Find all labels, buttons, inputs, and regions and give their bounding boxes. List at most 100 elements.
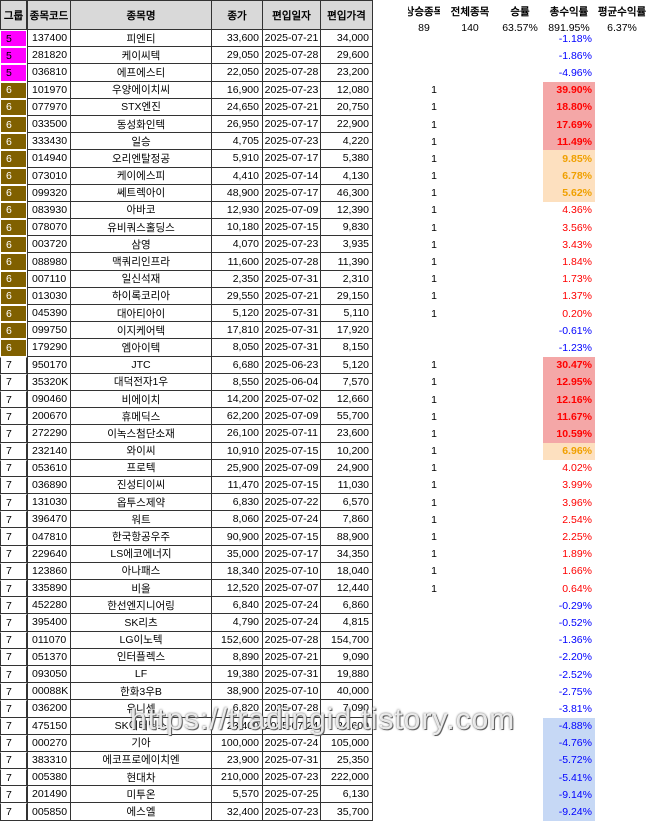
date-cell[interactable]: 2025-07-28: [263, 631, 321, 649]
return-cell[interactable]: -5.72%: [543, 751, 595, 770]
return-cell[interactable]: 3.99%: [543, 477, 595, 494]
header-name[interactable]: 종목명: [71, 0, 212, 30]
return-cell[interactable]: 39.90%: [543, 81, 595, 99]
price-cell[interactable]: 35,000: [212, 545, 263, 563]
code-cell[interactable]: 201490: [27, 786, 71, 804]
up-cell[interactable]: [408, 786, 440, 803]
code-cell[interactable]: 047810: [27, 528, 71, 546]
code-cell[interactable]: 073010: [27, 167, 71, 185]
header-iprice[interactable]: 편입가격: [321, 0, 373, 30]
iprice-cell[interactable]: 17,920: [321, 322, 373, 340]
group-cell[interactable]: 6: [0, 322, 27, 340]
name-cell[interactable]: SK이터닉스: [71, 717, 212, 735]
date-cell[interactable]: 2025-07-23: [263, 769, 321, 787]
iprice-cell[interactable]: 55,700: [321, 408, 373, 426]
group-cell[interactable]: 7: [0, 408, 27, 426]
group-cell[interactable]: 7: [0, 528, 27, 546]
code-cell[interactable]: 007110: [27, 270, 71, 288]
price-cell[interactable]: 4,410: [212, 167, 263, 185]
price-cell[interactable]: 10,910: [212, 442, 263, 460]
price-cell[interactable]: 4,705: [212, 133, 263, 151]
return-cell[interactable]: 4.02%: [543, 460, 595, 477]
date-cell[interactable]: 2025-07-15: [263, 219, 321, 237]
iprice-cell[interactable]: 40,000: [321, 683, 373, 701]
up-cell[interactable]: [408, 718, 440, 735]
code-cell[interactable]: 077970: [27, 98, 71, 116]
iprice-cell[interactable]: 7,860: [321, 511, 373, 529]
iprice-cell[interactable]: 222,000: [321, 769, 373, 787]
iprice-cell[interactable]: 29,600: [321, 47, 373, 65]
iprice-cell[interactable]: 88,900: [321, 528, 373, 546]
return-cell[interactable]: -0.52%: [543, 614, 595, 631]
iprice-cell[interactable]: 12,440: [321, 580, 373, 598]
price-cell[interactable]: 48,900: [212, 184, 263, 202]
group-cell[interactable]: 5: [0, 64, 27, 82]
code-cell[interactable]: 036890: [27, 476, 71, 495]
group-cell[interactable]: 7: [0, 511, 27, 529]
code-cell[interactable]: 036200: [27, 700, 71, 718]
code-cell[interactable]: 045390: [27, 305, 71, 323]
date-cell[interactable]: 2025-07-15: [263, 528, 321, 546]
return-cell[interactable]: 11.49%: [543, 133, 595, 151]
return-cell[interactable]: 3.96%: [543, 494, 595, 511]
name-cell[interactable]: 워트: [71, 511, 212, 529]
return-cell[interactable]: -9.24%: [543, 803, 595, 821]
group-cell[interactable]: 7: [0, 683, 27, 701]
name-cell[interactable]: 케이씨텍: [71, 47, 212, 65]
iprice-cell[interactable]: 22,900: [321, 115, 373, 134]
price-cell[interactable]: 25,900: [212, 459, 263, 477]
date-cell[interactable]: 2025-07-02: [263, 390, 321, 409]
date-cell[interactable]: 2025-07-31: [263, 305, 321, 323]
code-cell[interactable]: 011070: [27, 631, 71, 649]
iprice-cell[interactable]: 7,570: [321, 373, 373, 391]
up-cell[interactable]: [408, 47, 440, 64]
code-cell[interactable]: 014940: [27, 150, 71, 168]
iprice-cell[interactable]: 12,390: [321, 201, 373, 220]
name-cell[interactable]: 현대차: [71, 769, 212, 787]
name-cell[interactable]: 옵투스제약: [71, 494, 212, 512]
up-cell[interactable]: [408, 322, 440, 339]
group-cell[interactable]: 6: [0, 98, 27, 116]
iprice-cell[interactable]: 29,150: [321, 287, 373, 305]
name-cell[interactable]: LS에코에너지: [71, 545, 212, 563]
price-cell[interactable]: 8,890: [212, 648, 263, 666]
name-cell[interactable]: 에코프로에이치엔: [71, 751, 212, 770]
name-cell[interactable]: 프로텍: [71, 459, 212, 477]
return-cell[interactable]: 30.47%: [543, 356, 595, 374]
up-cell[interactable]: [408, 769, 440, 786]
group-cell[interactable]: 7: [0, 597, 27, 615]
name-cell[interactable]: 아나패스: [71, 562, 212, 580]
iprice-cell[interactable]: 4,220: [321, 133, 373, 151]
date-cell[interactable]: 2025-07-09: [263, 408, 321, 426]
price-cell[interactable]: 5,910: [212, 150, 263, 168]
name-cell[interactable]: 우양에이치씨: [71, 81, 212, 99]
price-cell[interactable]: 19,380: [212, 665, 263, 684]
price-cell[interactable]: 210,000: [212, 769, 263, 787]
group-cell[interactable]: 6: [0, 287, 27, 305]
name-cell[interactable]: 휴메딕스: [71, 408, 212, 426]
group-cell[interactable]: 6: [0, 184, 27, 202]
price-cell[interactable]: 62,200: [212, 408, 263, 426]
code-cell[interactable]: 051370: [27, 648, 71, 666]
group-cell[interactable]: 7: [0, 494, 27, 512]
iprice-cell[interactable]: 2,310: [321, 270, 373, 288]
code-cell[interactable]: 088980: [27, 253, 71, 271]
name-cell[interactable]: STX엔진: [71, 98, 212, 116]
date-cell[interactable]: 2025-07-09: [263, 201, 321, 220]
name-cell[interactable]: 유니셈: [71, 700, 212, 718]
group-cell[interactable]: 7: [0, 373, 27, 391]
header-date[interactable]: 편입일자: [263, 0, 321, 30]
group-cell[interactable]: 7: [0, 614, 27, 632]
iprice-cell[interactable]: 3,935: [321, 236, 373, 254]
iprice-cell[interactable]: 23,200: [321, 64, 373, 82]
group-cell[interactable]: 7: [0, 803, 27, 821]
date-cell[interactable]: 2025-07-17: [263, 545, 321, 563]
return-cell[interactable]: -1.23%: [543, 339, 595, 356]
return-cell[interactable]: -0.29%: [543, 597, 595, 614]
return-cell[interactable]: 2.25%: [543, 528, 595, 545]
group-cell[interactable]: 7: [0, 769, 27, 787]
return-cell[interactable]: 11.67%: [543, 408, 595, 426]
iprice-cell[interactable]: 34,000: [321, 30, 373, 48]
date-cell[interactable]: 2025-07-17: [263, 115, 321, 134]
name-cell[interactable]: 엠아이텍: [71, 339, 212, 357]
